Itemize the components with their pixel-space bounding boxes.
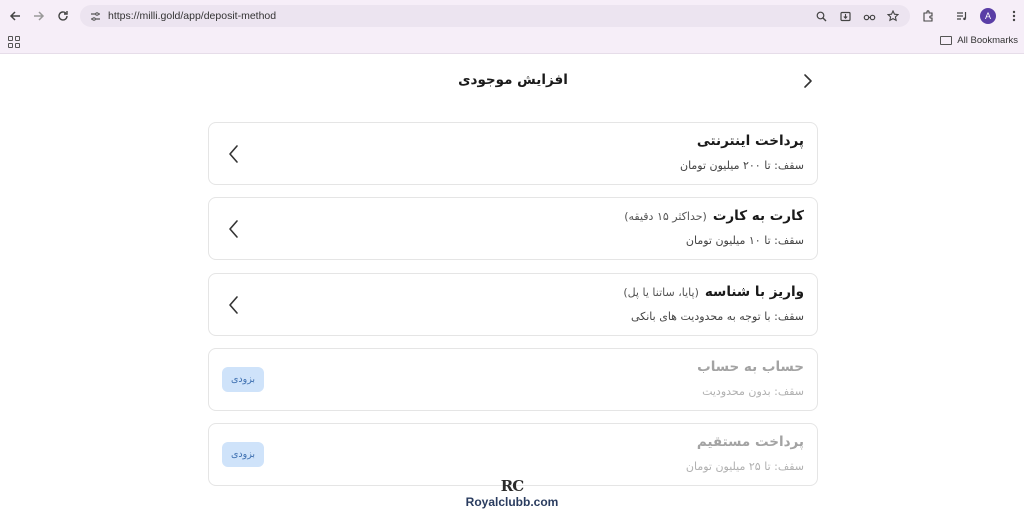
browser-toolbar: https://milli.gold/app/deposit-method A: [0, 0, 1024, 32]
page-title: افزایش موجودی: [458, 72, 568, 88]
watermark: RC Royalclubb.com: [458, 478, 566, 512]
profile-avatar[interactable]: A: [980, 8, 996, 24]
method-card-deposit-by-id[interactable]: واریز با شناسه (پایا، ساتنا یا پل) سقف: …: [208, 273, 818, 336]
url-text: https://milli.gold/app/deposit-method: [108, 10, 277, 22]
address-bar[interactable]: https://milli.gold/app/deposit-method: [80, 5, 910, 27]
method-card-account-to-account: حساب به حساب سقف: بدون محدودیت بزودی: [208, 348, 818, 411]
page-header: افزایش موجودی: [208, 62, 818, 98]
all-bookmarks-button[interactable]: All Bookmarks: [940, 35, 1018, 46]
install-app-icon[interactable]: [836, 7, 854, 25]
coming-soon-badge: بزودی: [222, 367, 264, 392]
watermark-logo: RC: [500, 477, 524, 495]
method-title: حساب به حساب: [697, 359, 804, 375]
more-menu-icon[interactable]: [1004, 6, 1024, 26]
method-title: پرداخت مستقیم: [696, 434, 804, 450]
method-note: (حداکثر ۱۵ دقیقه): [624, 210, 707, 223]
site-settings-icon[interactable]: [84, 5, 106, 27]
chevron-left-icon: [229, 145, 238, 163]
coming-soon-badge: بزودی: [222, 442, 264, 467]
zoom-icon[interactable]: [812, 7, 830, 25]
chevron-left-icon: [229, 220, 238, 238]
method-title: کارت به کارت: [712, 208, 804, 224]
folder-icon: [940, 36, 953, 45]
apps-grid-icon[interactable]: [7, 35, 21, 49]
incognito-glasses-icon[interactable]: [860, 7, 878, 25]
method-card-internet-payment[interactable]: پرداخت اینترنتی سقف: تا ۲۰۰ میلیون تومان: [208, 122, 818, 185]
method-limit: سقف: تا ۲۰۰ میلیون تومان: [679, 159, 804, 172]
method-note: (پایا، ساتنا یا پل): [623, 286, 699, 299]
all-bookmarks-label: All Bookmarks: [957, 35, 1018, 46]
method-limit: سقف: تا ۱۰ میلیون تومان: [685, 234, 804, 247]
forward-arrow-icon[interactable]: [29, 6, 49, 26]
back-arrow-icon[interactable]: [5, 6, 25, 26]
bookmarks-bar: All Bookmarks: [0, 32, 1024, 54]
method-limit: سقف: بدون محدودیت: [702, 385, 804, 398]
back-chevron-icon[interactable]: [800, 72, 816, 90]
method-card-card-to-card[interactable]: کارت به کارت (حداکثر ۱۵ دقیقه) سقف: تا ۱…: [208, 197, 818, 260]
method-title: پرداخت اینترنتی: [696, 133, 804, 149]
bookmark-star-icon[interactable]: [884, 7, 902, 25]
method-limit: سقف: با توجه به محدودیت های بانکی: [631, 310, 804, 323]
watermark-text: Royalclubb.com: [465, 495, 559, 509]
media-controls-icon[interactable]: [952, 6, 972, 26]
extensions-puzzle-icon[interactable]: [918, 6, 938, 26]
method-limit: سقف: تا ۲۵ میلیون تومان: [685, 460, 804, 473]
method-title: واریز با شناسه: [704, 284, 804, 300]
chevron-left-icon: [229, 296, 238, 314]
reload-icon[interactable]: [53, 6, 73, 26]
